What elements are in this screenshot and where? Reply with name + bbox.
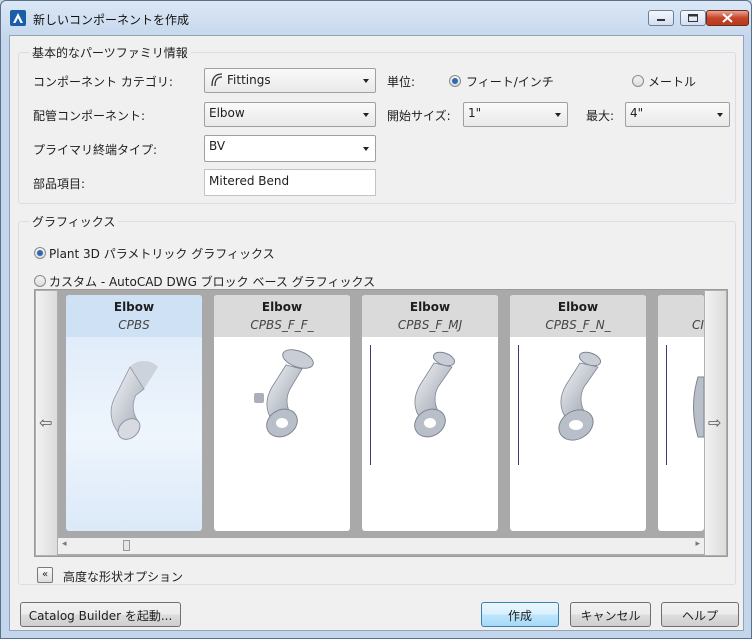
basic-info-group-title: 基本的なパーツファミリ情報 <box>29 44 191 61</box>
card-subtitle: CPBS_F_MJ <box>397 318 463 332</box>
item-value: Mitered Bend <box>209 174 290 188</box>
autocad-graphics-radio[interactable] <box>34 275 46 287</box>
basic-info-group: 基本的なパーツファミリ情報 コンポーネント カテゴリ: Fittings 単位:… <box>18 44 736 204</box>
category-combo[interactable]: Fittings <box>204 68 376 93</box>
advanced-options-label[interactable]: 高度な形状オプション <box>63 568 183 585</box>
title-bar[interactable]: 新しいコンポーネントを作成 <box>1 1 751 35</box>
max-size-combo[interactable]: 4" <box>625 102 730 127</box>
divider-line <box>370 345 371 465</box>
card-header: Elbow CPBS_F_MJ <box>362 295 498 337</box>
category-value: Fittings <box>227 73 271 87</box>
gallery-card-cpbs-f-f[interactable]: Elbow CPBS_F_F_ <box>214 295 350 531</box>
gallery-card-cpbs-f-mj[interactable]: Elbow CPBS_F_MJ <box>362 295 498 531</box>
chevron-down-icon <box>555 113 561 117</box>
fitting-icon <box>211 73 223 87</box>
card-title: Elbow <box>557 300 599 314</box>
elbow-thumbnail-partial <box>693 376 704 438</box>
card-header: CI <box>658 295 704 337</box>
card-title <box>692 295 704 318</box>
arrow-left-icon: ⇦ <box>39 413 53 432</box>
max-size-value: 4" <box>630 106 644 120</box>
gallery-card-partial[interactable]: CI <box>658 295 704 531</box>
unit-imperial-radio[interactable] <box>449 75 461 87</box>
unit-label: 単位: <box>387 75 416 89</box>
max-label: 最大: <box>586 109 615 123</box>
collapse-advanced-button[interactable]: « <box>37 567 53 583</box>
end-type-value: BV <box>209 139 226 153</box>
unit-imperial-label[interactable]: フィート/インチ <box>466 73 554 90</box>
elbow-thumbnail <box>110 361 158 440</box>
card-subtitle: CPBS_F_F_ <box>250 318 314 332</box>
card-header: Elbow CPBS <box>66 295 202 337</box>
card-title: Elbow <box>113 300 155 314</box>
unit-metric-label[interactable]: メートル <box>648 73 696 90</box>
start-size-value: 1" <box>468 106 482 120</box>
close-button[interactable] <box>706 10 749 26</box>
chevron-down-icon <box>363 147 369 151</box>
start-size-label: 開始サイズ: <box>387 109 451 123</box>
gallery-next-button[interactable]: ⇨ <box>704 290 727 556</box>
item-input[interactable]: Mitered Bend <box>204 169 376 196</box>
cancel-button[interactable]: キャンセル <box>570 602 651 627</box>
unit-metric-radio[interactable] <box>632 75 644 87</box>
plant3d-graphics-label[interactable]: Plant 3D パラメトリック グラフィックス <box>49 245 275 262</box>
create-button[interactable]: 作成 <box>481 602 559 627</box>
divider-line <box>666 345 667 465</box>
card-subtitle: CPBS_F_N_ <box>545 318 611 332</box>
maximize-icon <box>688 14 698 22</box>
elbow-mj-thumbnail <box>414 351 456 438</box>
card-header: Elbow CPBS_F_N_ <box>510 295 646 337</box>
graphics-group-title: グラフィックス <box>29 213 119 230</box>
double-chevron-left-icon: « <box>41 569 49 580</box>
card-header: Elbow CPBS_F_F_ <box>214 295 350 337</box>
card-subtitle: CI <box>692 318 704 332</box>
end-type-combo[interactable]: BV <box>204 135 376 162</box>
elbow-flanged-thumbnail <box>254 349 314 438</box>
autocad-plant-app-icon <box>10 10 26 26</box>
plant3d-graphics-radio[interactable] <box>34 247 46 259</box>
dialog-client-area: 基本的なパーツファミリ情報 コンポーネント カテゴリ: Fittings 単位:… <box>9 35 744 631</box>
arrow-right-icon: ⇨ <box>708 413 722 432</box>
component-value: Elbow <box>209 106 245 120</box>
minimize-icon <box>657 19 665 21</box>
gallery-card-cpbs[interactable]: Elbow CPBS <box>66 295 202 531</box>
card-title: Elbow <box>261 300 303 314</box>
item-label: 部品項目: <box>33 177 86 191</box>
end-type-label: プライマリ終端タイプ: <box>33 143 158 157</box>
window-title: 新しいコンポーネントを作成 <box>33 13 190 27</box>
gallery-horizontal-scrollbar[interactable]: ◂ ▸ <box>58 538 704 554</box>
maximize-button[interactable] <box>680 10 706 26</box>
start-size-combo[interactable]: 1" <box>463 102 568 127</box>
category-label: コンポーネント カテゴリ: <box>33 75 173 89</box>
card-title: Elbow <box>409 300 451 314</box>
divider-line <box>518 345 519 465</box>
help-button[interactable]: ヘルプ <box>661 602 739 627</box>
dialog-window: 新しいコンポーネントを作成 基本的なパーツファミリ情報 コンポーネント カテゴリ… <box>0 0 752 639</box>
graphics-gallery: ⇦ ⇨ Elbow CPBS Elbow CPBS_F_F_ Elbow CPB… <box>34 289 728 557</box>
card-subtitle: CPBS <box>118 318 150 332</box>
chevron-down-icon <box>363 113 369 117</box>
gallery-prev-button[interactable]: ⇦ <box>35 290 58 556</box>
component-label: 配管コンポーネント: <box>33 109 146 123</box>
autocad-graphics-label[interactable]: カスタム - AutoCAD DWG ブロック ベース グラフィックス <box>49 273 375 290</box>
scroll-left-icon[interactable]: ◂ <box>62 539 67 549</box>
chevron-down-icon <box>717 113 723 117</box>
chevron-down-icon <box>363 79 369 83</box>
component-combo[interactable]: Elbow <box>204 102 376 127</box>
scrollbar-thumb[interactable] <box>123 540 130 551</box>
elbow-n-thumbnail <box>558 351 602 441</box>
catalog-builder-button[interactable]: Catalog Builder を起動... <box>20 602 181 627</box>
minimize-button[interactable] <box>648 10 674 26</box>
scroll-right-icon[interactable]: ▸ <box>695 539 700 549</box>
gallery-card-cpbs-f-n[interactable]: Elbow CPBS_F_N_ <box>510 295 646 531</box>
close-icon <box>722 13 733 23</box>
